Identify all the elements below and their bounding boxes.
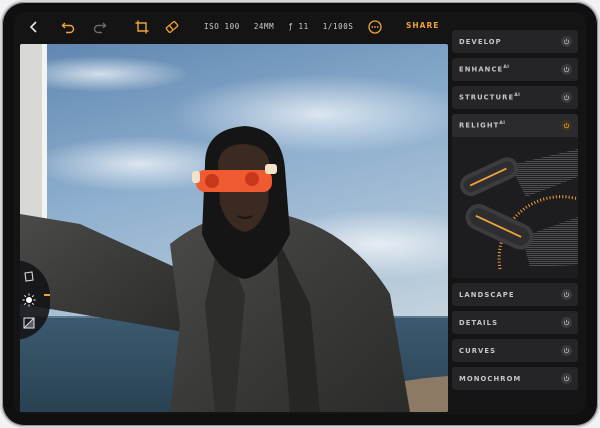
panel-item-structure[interactable]: STRUCTUREAI [452, 86, 578, 109]
relight-light-control[interactable] [452, 137, 578, 278]
panel-item-monochrom[interactable]: MONOCHROM [452, 367, 578, 390]
redo-icon[interactable] [92, 19, 108, 35]
power-icon[interactable] [561, 345, 572, 356]
power-icon[interactable] [561, 92, 572, 103]
focal-length-value: 24MM [253, 22, 275, 31]
light-bulb-icon[interactable] [22, 293, 36, 307]
light-source-dial[interactable] [452, 137, 578, 278]
back-chevron-icon[interactable] [26, 19, 42, 35]
split-compare-icon[interactable] [22, 316, 36, 330]
power-icon[interactable] [561, 317, 572, 328]
panel-item-label: ENHANCEAI [459, 65, 510, 74]
panel-item-label: DETAILS [459, 318, 499, 327]
power-icon[interactable] [561, 36, 572, 47]
crop-icon[interactable] [134, 19, 150, 35]
more-icon[interactable] [367, 19, 383, 35]
iso-value: ISO 100 [204, 22, 240, 31]
adjustments-panel: DEVELOP ENHANCEAI STRUCTUREAI RELIGHTAI [452, 30, 578, 395]
panel-item-label: LANDSCAPE [459, 290, 515, 299]
share-button[interactable]: SHARE [406, 21, 439, 30]
layers-icon[interactable] [22, 270, 36, 284]
power-icon[interactable] [561, 289, 572, 300]
portrait-photo [20, 44, 448, 412]
panel-item-develop[interactable]: DEVELOP [452, 30, 578, 53]
panel-item-details[interactable]: DETAILS [452, 311, 578, 334]
panel-item-label: MONOCHROM [459, 374, 522, 383]
photo-canvas[interactable] [20, 44, 448, 412]
power-icon[interactable] [561, 64, 572, 75]
panel-item-label: CURVES [459, 346, 497, 355]
panel-item-label: DEVELOP [459, 37, 502, 46]
aperture-value: ƒ 11 [288, 22, 309, 31]
power-icon[interactable] [561, 120, 572, 131]
undo-icon[interactable] [60, 19, 76, 35]
app-screen: ISO 100 24MM ƒ 11 1/100S SHARE DEVELOP E… [14, 12, 586, 414]
panel-item-label: STRUCTUREAI [459, 93, 521, 102]
tablet-frame: ISO 100 24MM ƒ 11 1/100S SHARE DEVELOP E… [2, 2, 598, 426]
panel-item-relight[interactable]: RELIGHTAI [452, 114, 578, 137]
panel-item-enhance[interactable]: ENHANCEAI [452, 58, 578, 81]
shutter-value: 1/100S [322, 22, 354, 31]
exif-meta: ISO 100 24MM ƒ 11 1/100S [204, 22, 353, 34]
active-tool-indicator [44, 294, 50, 296]
power-icon[interactable] [561, 373, 572, 384]
eraser-icon[interactable] [164, 19, 180, 35]
panel-item-landscape[interactable]: LANDSCAPE [452, 283, 578, 306]
panel-item-curves[interactable]: CURVES [452, 339, 578, 362]
panel-item-label: RELIGHTAI [459, 121, 506, 130]
